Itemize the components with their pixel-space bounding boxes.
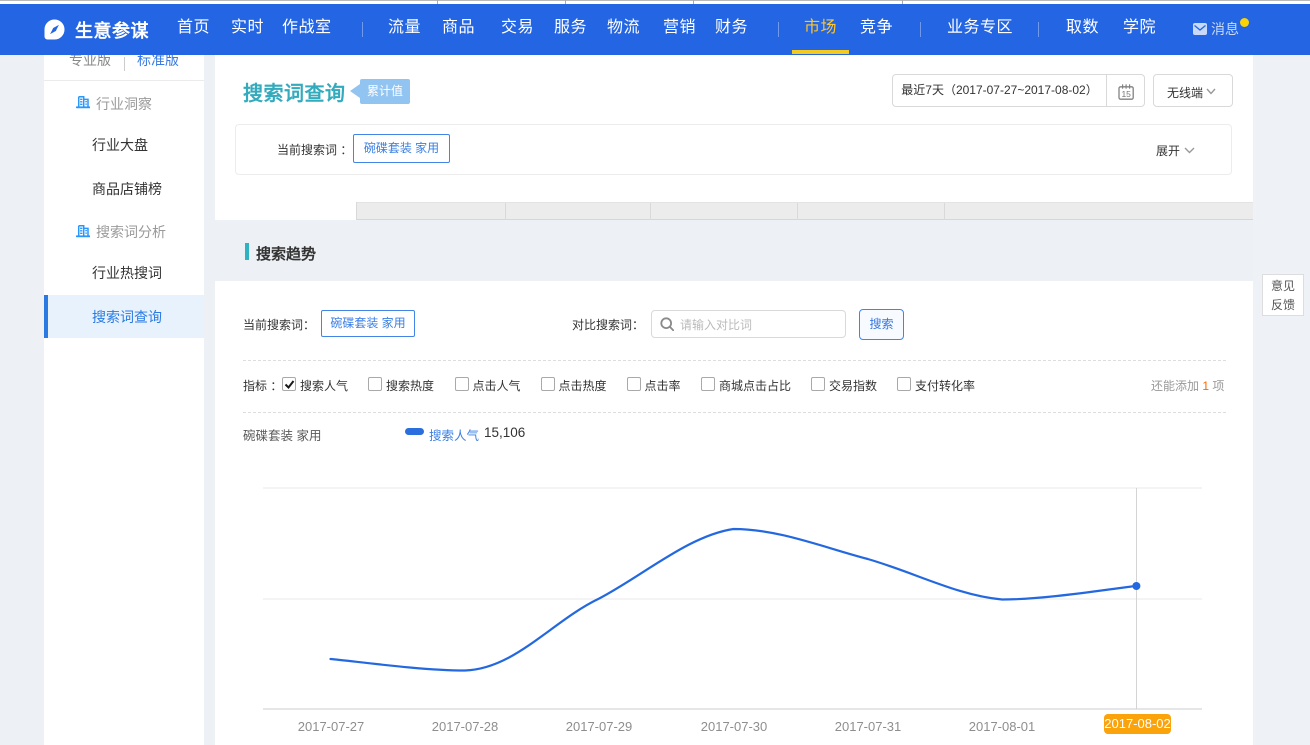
svg-text:15: 15 bbox=[1121, 89, 1131, 99]
